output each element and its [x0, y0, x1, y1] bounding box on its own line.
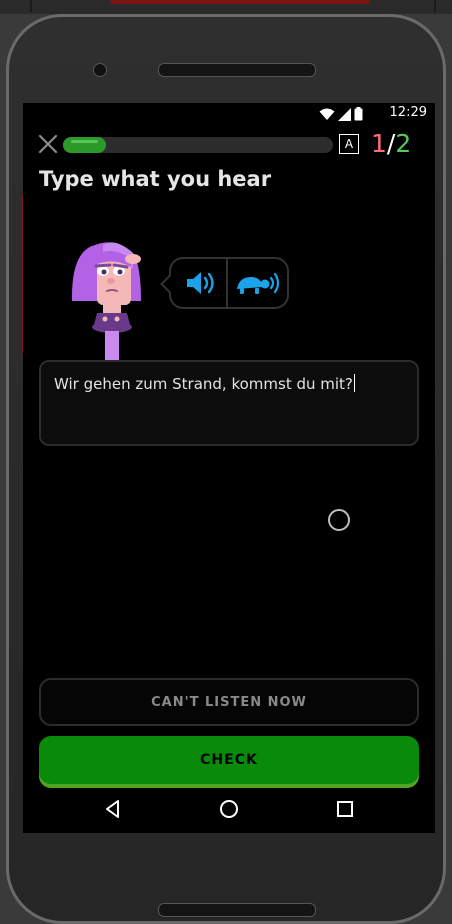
front-camera [93, 63, 107, 77]
status-icons [319, 107, 363, 121]
answer-input-text: Wir gehen zum Strand, kommst du mit? [54, 374, 355, 393]
battery-icon [354, 107, 363, 121]
audio-controls [160, 257, 289, 309]
back-icon[interactable] [101, 797, 125, 821]
answer-input[interactable]: Wir gehen zum Strand, kommst du mit? [39, 360, 419, 446]
frame-divider [434, 0, 436, 12]
audio-divider [226, 259, 228, 307]
window-edge-accent [110, 0, 370, 4]
earpiece-speaker [158, 63, 316, 77]
status-bar: 12:29 [23, 103, 435, 125]
counter-total: 2 [395, 129, 412, 158]
cant-listen-button[interactable]: CAN'T LISTEN NOW [39, 678, 419, 726]
app-screen: 12:29 A 1/2 Type what you hear Wir gehen… [23, 103, 435, 833]
challenge-counter: 1/2 [371, 129, 411, 158]
bottom-speaker [158, 903, 316, 917]
speech-bubble-tail [160, 274, 180, 294]
keyboard-toggle-badge[interactable]: A [339, 134, 359, 154]
speaker-icon[interactable] [181, 269, 219, 297]
device-top-band [0, 0, 452, 14]
prompt-title: Type what you hear [39, 167, 272, 191]
recents-icon[interactable] [333, 797, 357, 821]
home-icon[interactable] [217, 797, 241, 821]
text-caret [353, 374, 355, 392]
lesson-progress-fill [63, 137, 107, 153]
status-clock: 12:29 [389, 105, 427, 120]
signal-icon [338, 107, 351, 121]
answer-value: Wir gehen zum Strand, kommst du mit? [54, 375, 353, 393]
check-button[interactable]: CHECK [39, 736, 419, 784]
wifi-icon [319, 108, 335, 120]
frame-divider [30, 0, 32, 12]
turtle-speaker-icon[interactable] [233, 269, 281, 297]
touch-indicator [328, 509, 350, 531]
lesson-progress-bar [63, 137, 333, 153]
close-icon[interactable] [37, 133, 59, 155]
character-avatar [71, 242, 141, 361]
counter-current: 1 [371, 129, 387, 158]
android-nav-bar [23, 785, 435, 833]
